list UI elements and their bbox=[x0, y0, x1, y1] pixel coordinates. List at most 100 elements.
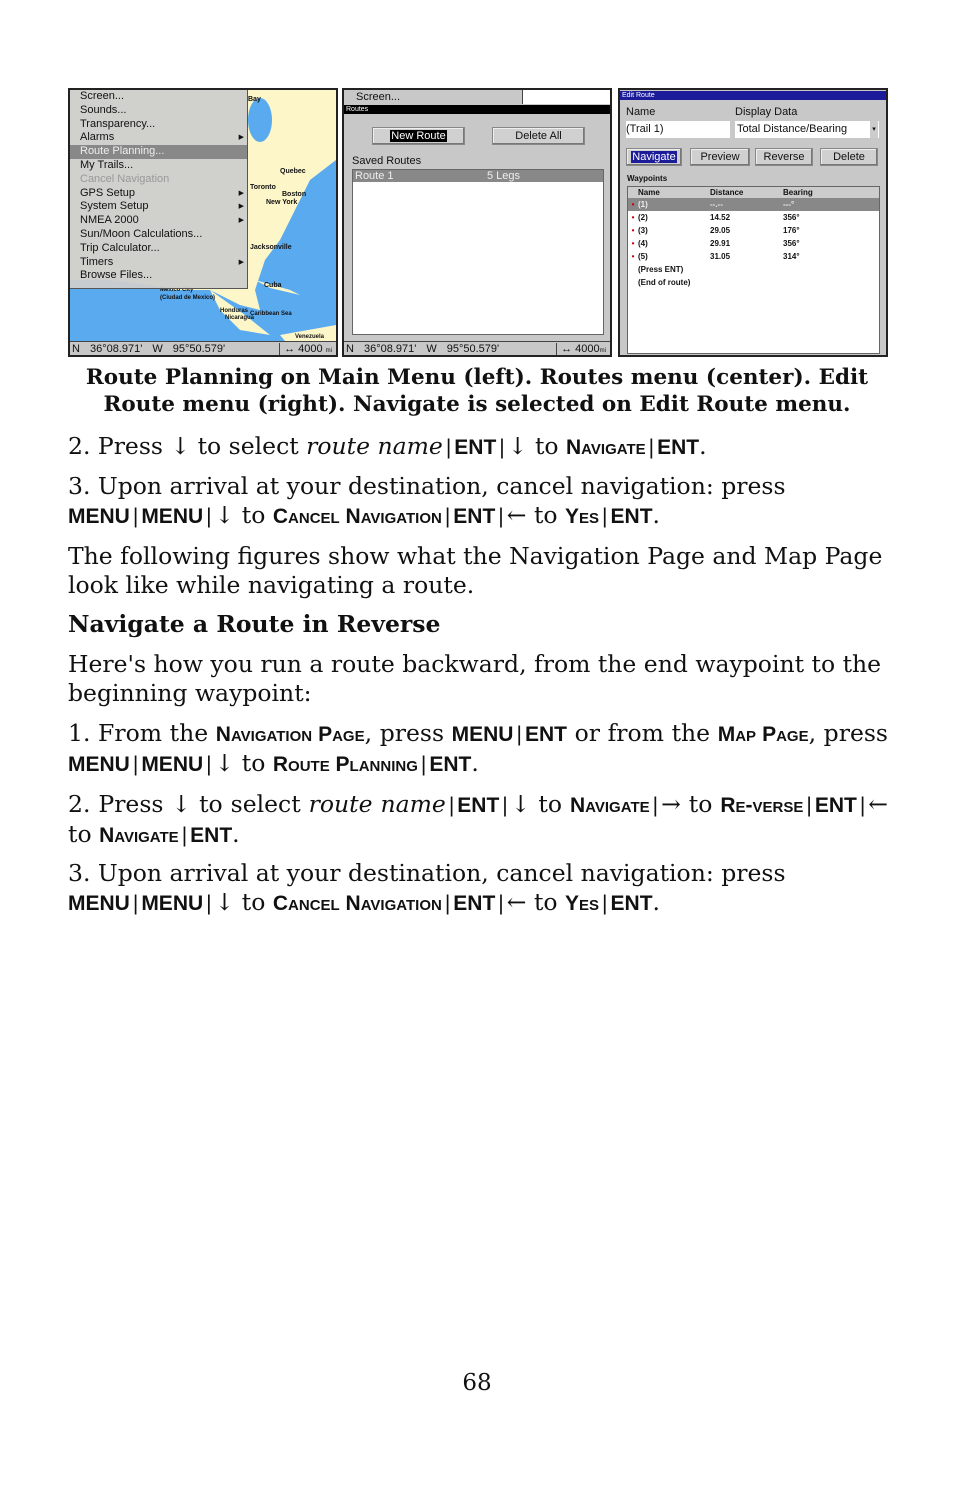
text-run: . bbox=[652, 501, 660, 529]
text-run: , press bbox=[364, 719, 452, 747]
separator: | bbox=[448, 794, 455, 817]
waypoint-row[interactable]: • (3) 29.05 176° bbox=[628, 224, 879, 237]
waypoint-dot-icon: • bbox=[631, 200, 635, 209]
menu-item[interactable]: Sounds... bbox=[70, 104, 247, 118]
name-input[interactable]: (Trail 1) bbox=[626, 121, 730, 138]
menu-item[interactable]: Timers ▶ bbox=[70, 256, 247, 270]
route-row[interactable]: Route 1 5 Legs bbox=[353, 170, 603, 182]
text-run: . bbox=[652, 888, 660, 916]
text-run: 3. Upon arrival at your destination, can… bbox=[68, 859, 786, 887]
submenu-arrow-icon: ▶ bbox=[238, 258, 244, 266]
key-name: ENT bbox=[453, 505, 496, 528]
waypoint-row[interactable]: • (1) --.-- ---° bbox=[628, 198, 879, 211]
key-name: MENU bbox=[68, 753, 130, 776]
menu-item[interactable]: My Trails... bbox=[70, 159, 247, 173]
menu-item[interactable]: Trip Calculator... bbox=[70, 242, 247, 256]
map-scale: ↔ 4000 bbox=[284, 342, 323, 355]
key-name: ENT bbox=[454, 436, 497, 459]
text-run: . bbox=[699, 432, 707, 460]
submenu-arrow-icon: ▶ bbox=[238, 134, 244, 142]
map-label: Cuba bbox=[264, 282, 282, 289]
menu-command: Cancel Navigation bbox=[272, 892, 442, 915]
title-bar: Routes bbox=[344, 105, 610, 114]
body-paragraph: 2. Press ↓ to select route name | ENT | ↓ to… bbox=[68, 432, 888, 462]
end-of-route: (End of route) bbox=[638, 278, 691, 287]
lon-hemisphere: W bbox=[152, 342, 163, 355]
navigate-button[interactable]: Navigate bbox=[626, 148, 682, 166]
submenu-arrow-icon: ▶ bbox=[238, 217, 244, 225]
map-label: New York bbox=[266, 199, 298, 206]
delete-all-button[interactable]: Delete All bbox=[492, 127, 585, 145]
text-run: to bbox=[680, 790, 721, 818]
separator: | bbox=[652, 794, 659, 817]
text-run: . bbox=[471, 749, 479, 777]
key-name: MENU bbox=[68, 505, 130, 528]
waypoints-label: Waypoints bbox=[627, 174, 668, 183]
status-bar: N 36°08.971' W 95°50.579' ↔ 4000mi bbox=[344, 341, 610, 355]
separator: | bbox=[498, 892, 504, 915]
saved-routes-label: Saved Routes bbox=[352, 155, 422, 167]
text-run: 1. From the bbox=[68, 719, 216, 747]
waypoint-dot-icon: • bbox=[631, 213, 635, 222]
key-name: ENT bbox=[610, 892, 653, 915]
text-run: to select bbox=[190, 432, 307, 460]
submenu-arrow-icon: ▶ bbox=[238, 203, 244, 211]
menu-item[interactable]: Sun/Moon Calculations... bbox=[70, 228, 247, 242]
text-run: ← bbox=[506, 501, 527, 529]
lat-hemisphere: N bbox=[72, 342, 80, 355]
menu-item[interactable]: Cancel Navigation bbox=[70, 173, 247, 187]
separator: | bbox=[444, 505, 451, 528]
menu-item[interactable]: Screen... bbox=[70, 90, 247, 104]
body-paragraph: The following figures show what the Navi… bbox=[68, 542, 888, 600]
text-run: route name bbox=[306, 432, 443, 460]
preview-button[interactable]: Preview bbox=[690, 148, 750, 166]
key-name: ENT bbox=[457, 794, 500, 817]
map-label: Caribbean Sea bbox=[250, 311, 292, 317]
body-paragraph: Here's how you run a route backward, fro… bbox=[68, 650, 888, 708]
delete-button[interactable]: Delete bbox=[820, 148, 878, 166]
text-run: ↓ bbox=[510, 790, 531, 818]
waypoint-row[interactable]: • (4) 29.91 356° bbox=[628, 237, 879, 250]
text-run: or from the bbox=[566, 719, 718, 747]
menu-item[interactable]: Alarms ▶ bbox=[70, 131, 247, 145]
display-data-select[interactable]: Total Distance/Bearing ▾ bbox=[735, 121, 879, 138]
latitude: 36°08.971' bbox=[363, 342, 417, 355]
menu-command: Yes bbox=[565, 892, 600, 915]
reverse-button[interactable]: Reverse bbox=[755, 148, 813, 166]
menu-item[interactable]: Route Planning... bbox=[70, 145, 247, 159]
menu-stub: Screen... bbox=[356, 91, 401, 103]
menu-item[interactable]: NMEA 2000 ▶ bbox=[70, 214, 247, 228]
separator: | bbox=[206, 505, 212, 528]
waypoint-dot-icon: • bbox=[631, 252, 635, 261]
key-name: MENU bbox=[141, 892, 204, 915]
text-run: to bbox=[234, 888, 273, 916]
separator: | bbox=[181, 824, 188, 847]
waypoint-row[interactable]: • (5) 31.05 314° bbox=[628, 250, 879, 263]
map-label: Boston bbox=[282, 191, 307, 198]
waypoint-row[interactable]: • (2) 14.52 356° bbox=[628, 211, 879, 224]
key-name: ENT bbox=[610, 505, 653, 528]
main-menu-screenshot: Bay Quebec Toronto Boston New York Jacks… bbox=[68, 88, 338, 357]
body-paragraph: 2. Press ↓ to select route name | ENT | ↓ to… bbox=[68, 790, 888, 850]
map-label: (Ciudad de Mexico) bbox=[160, 295, 216, 301]
menu-item[interactable]: Browse Files... bbox=[70, 269, 247, 283]
separator: | bbox=[516, 723, 522, 746]
map-scale: ↔ 4000 bbox=[561, 342, 600, 355]
menu-item[interactable]: System Setup ▶ bbox=[70, 200, 247, 214]
key-name: ENT bbox=[453, 892, 496, 915]
routes-screenshot: Screen... Routes New Route Delete All Sa… bbox=[342, 88, 612, 357]
new-route-button[interactable]: New Route bbox=[372, 127, 465, 145]
menu-item[interactable]: Transparency... bbox=[70, 118, 247, 132]
body-paragraph: 3. Upon arrival at your destination, can… bbox=[68, 472, 888, 531]
text-run: 2. Press ↓ to select bbox=[68, 790, 309, 818]
text-run: 2. Press bbox=[68, 432, 171, 460]
map-label: Venezuela bbox=[295, 334, 325, 340]
menu-command: Re-verse bbox=[720, 794, 804, 817]
figure-caption: Route Planning on Main Menu (left). Rout… bbox=[85, 365, 869, 417]
key-name: MENU bbox=[141, 505, 204, 528]
body-paragraph: 1. From the Navigation Page, press MENU |… bbox=[68, 719, 888, 779]
text-run: to bbox=[68, 820, 100, 848]
name-label: Name bbox=[626, 106, 656, 118]
map-label: Jacksonville bbox=[250, 244, 292, 251]
menu-item[interactable]: GPS Setup ▶ bbox=[70, 187, 247, 201]
